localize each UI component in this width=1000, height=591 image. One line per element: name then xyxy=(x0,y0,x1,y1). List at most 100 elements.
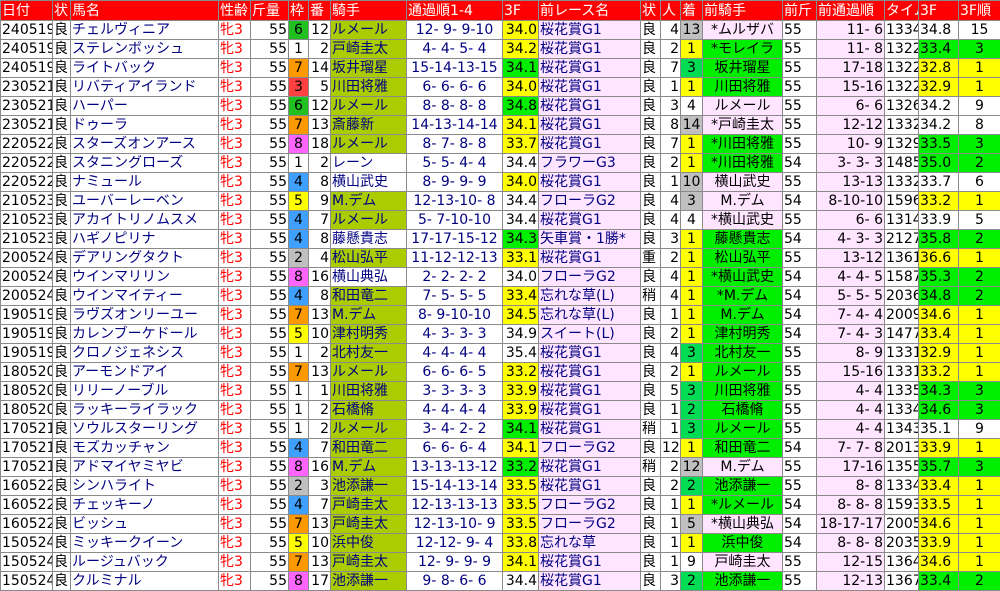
horse-name[interactable]: クロノジェネシス xyxy=(70,343,219,363)
header-prev-jockey[interactable]: 前騎手 xyxy=(702,0,783,21)
horse-name[interactable]: スタニングローズ xyxy=(70,153,219,173)
header-cond[interactable]: 状 xyxy=(52,0,71,21)
prev-jockey-cell: 川田将雅 xyxy=(702,77,783,97)
table-row[interactable]: 230521 良リバティアイランド 牝3 55 3 5 川田将雅 6- 6- 6- 6 34.0… xyxy=(0,77,1000,97)
horse-name[interactable]: ステレンボッシュ xyxy=(70,39,219,59)
horse-name[interactable]: リリーノーブル xyxy=(70,381,219,401)
table-row[interactable]: 170521 良モズカッチャン 牝3 55 4 7 和田竜二 6- 6- 6- 4 34.1 フロ… xyxy=(0,438,1000,458)
horse-name[interactable]: ミッキークイーン xyxy=(70,533,219,553)
header-prev-race[interactable]: 前レース名 xyxy=(538,0,641,21)
jockey-cell: 津村明秀 xyxy=(330,324,407,344)
horse-name[interactable]: ハギノピリナ xyxy=(70,229,219,249)
cond-cell: 良 xyxy=(52,248,71,268)
prev-passing-cell: 10- 9 xyxy=(816,134,885,154)
table-row[interactable]: 200524 良デアリングタクト 牝3 55 2 4 松山弘平 11-12-12-13 33.1… xyxy=(0,248,1000,268)
table-row[interactable]: 240519 良ステレンボッシュ 牝3 55 1 2 戸崎圭太 4- 4- 5- 4 34.2 桜… xyxy=(0,39,1000,59)
horse-name[interactable]: ウインマリリン xyxy=(70,267,219,287)
horse-name[interactable]: カレンブーケドール xyxy=(70,324,219,344)
header-weight[interactable]: 斤量 xyxy=(250,0,289,21)
header-prev-weight[interactable]: 前斤 xyxy=(782,0,817,21)
header-jockey[interactable]: 騎手 xyxy=(330,0,407,21)
header-3f-rank[interactable]: 3F順 xyxy=(958,0,1000,21)
table-row[interactable]: 190519 良ラヴズオンリーユー 牝3 55 7 13 M.デム 8- 9-10-10 34.… xyxy=(0,305,1000,325)
horse-name[interactable]: アカイトリノムスメ xyxy=(70,210,219,230)
prev-race-cell: 桜花賞G1 xyxy=(538,210,641,230)
horse-name[interactable]: デアリングタクト xyxy=(70,248,219,268)
table-row[interactable]: 160522 良シンハライト 牝3 55 2 3 池添謙一 15-14-13-14 33.5 桜花… xyxy=(0,476,1000,496)
header-ban[interactable]: 番 xyxy=(308,0,331,21)
horse-name[interactable]: ラッキーライラック xyxy=(70,400,219,420)
table-row[interactable]: 200524 良ウインマリリン 牝3 55 8 16 横山典弘 2- 2- 2- 2 34.0 フ… xyxy=(0,267,1000,287)
horse-name[interactable]: ユーバーレーベン xyxy=(70,191,219,211)
header-chaku[interactable]: 着 xyxy=(680,0,703,21)
prev-passing-cell: 4- 4 xyxy=(816,419,885,439)
horse-name[interactable]: ナミュール xyxy=(70,172,219,192)
table-row[interactable]: 240519 良チェルヴィニア 牝3 55 6 12 ルメール 12- 9- 9-10 34.0… xyxy=(0,20,1000,40)
header-waku[interactable]: 枠 xyxy=(288,0,309,21)
table-row[interactable]: 220522 良スターズオンアース 牝3 55 8 18 ルメール 8- 7- 8- 8 33.… xyxy=(0,134,1000,154)
header-date[interactable]: 日付 xyxy=(0,0,53,21)
3f-rank-cell: 2 xyxy=(958,229,1000,249)
time-cell: 1587 xyxy=(884,267,919,287)
table-row[interactable]: 190519 良クロノジェネシス 牝3 55 1 2 北村友一 4- 4- 4- 4 35.4 桜… xyxy=(0,343,1000,363)
horse-name[interactable]: ラヴズオンリーユー xyxy=(70,305,219,325)
horse-name[interactable]: ビッシュ xyxy=(70,514,219,534)
prev-cond-cell: 重 xyxy=(640,248,661,268)
horse-name[interactable]: ライトバック xyxy=(70,58,219,78)
horse-name[interactable]: アーモンドアイ xyxy=(70,362,219,382)
horse-name[interactable]: クルミナル xyxy=(70,571,219,591)
popularity-cell: 8 xyxy=(660,115,681,135)
prev-jockey-cell: 和田竜二 xyxy=(702,438,783,458)
horse-name[interactable]: リバティアイランド xyxy=(70,77,219,97)
header-prev-pass[interactable]: 前通過順 xyxy=(816,0,885,21)
horse-name[interactable]: チェルヴィニア xyxy=(70,20,219,40)
table-row[interactable]: 180520 良リリーノーブル 牝3 55 1 1 川田将雅 3- 3- 3- 3 33.9 桜花… xyxy=(0,381,1000,401)
table-row[interactable]: 150524 良ミッキークイーン 牝3 55 5 10 浜中俊 12-12- 9- 4 33.8… xyxy=(0,533,1000,553)
table-row[interactable]: 210523 良ハギノピリナ 牝3 55 4 8 藤懸貴志 17-17-15-12 34.3 矢車… xyxy=(0,229,1000,249)
table-row[interactable]: 210523 良アカイトリノムスメ 牝3 55 4 7 ルメール 5- 7-10-10 34.4… xyxy=(0,210,1000,230)
finish-cell: 13 xyxy=(680,20,703,40)
header-time[interactable]: タイム xyxy=(884,0,919,21)
header-sex[interactable]: 性齢 xyxy=(218,0,251,21)
table-row[interactable]: 170521 良アドマイヤミヤビ 牝3 55 8 16 M.デム 13-13-13-12 33.… xyxy=(0,457,1000,477)
table-row[interactable]: 200524 良ウインマイティー 牝3 55 4 8 和田竜二 7- 5- 5- 5 33.4 忘… xyxy=(0,286,1000,306)
table-row[interactable]: 180520 良ラッキーライラック 牝3 55 1 2 石橋脩 4- 4- 4- 4 33.9 桜… xyxy=(0,400,1000,420)
table-row[interactable]: 160522 良チェッキーノ 牝3 55 4 7 戸崎圭太 12-13-13-13 33.5 フロ… xyxy=(0,495,1000,515)
header-name[interactable]: 馬名 xyxy=(70,0,219,21)
header-prev-3f[interactable]: 3F xyxy=(918,0,959,21)
table-row[interactable]: 180520 良アーモンドアイ 牝3 55 7 13 ルメール 6- 6- 6- 5 33.2 桜… xyxy=(0,362,1000,382)
prev-cond-cell: 稍 xyxy=(640,457,661,477)
table-row[interactable]: 170521 良ソウルスターリング 牝3 55 1 2 ルメール 3- 4- 2- 2 34.1… xyxy=(0,419,1000,439)
horse-name[interactable]: シンハライト xyxy=(70,476,219,496)
passing-order-cell: 5- 7-10-10 xyxy=(406,210,503,230)
prev-race-cell: 桜花賞G1 xyxy=(538,362,641,382)
header-prev-cond[interactable]: 状 xyxy=(640,0,661,21)
horse-name[interactable]: スターズオンアース xyxy=(70,134,219,154)
table-row[interactable]: 230521 良ドゥーラ 牝3 55 7 13 斎藤新 14-13-14-14 34.1 桜花賞G… xyxy=(0,115,1000,135)
header-ninki[interactable]: 人 xyxy=(660,0,681,21)
header-3f[interactable]: 3F xyxy=(502,0,539,21)
horse-name[interactable]: ルージュバック xyxy=(70,552,219,572)
horse-name[interactable]: モズカッチャン xyxy=(70,438,219,458)
horse-name[interactable]: ウインマイティー xyxy=(70,286,219,306)
table-row[interactable]: 220522 良スタニングローズ 牝3 55 1 2 レーン 5- 5- 4- 4 34.4 フラ… xyxy=(0,153,1000,173)
horse-name[interactable]: ソウルスターリング xyxy=(70,419,219,439)
table-row[interactable]: 150524 良ルージュバック 牝3 55 7 13 戸崎圭太 12- 9- 9- 9 34.1… xyxy=(0,552,1000,572)
prev-cond-cell: 良 xyxy=(640,58,661,78)
header-pass[interactable]: 通過順1-4 xyxy=(406,0,503,21)
table-row[interactable]: 190519 良カレンブーケドール 牝3 55 5 10 津村明秀 4- 3- 3- 3 34.… xyxy=(0,324,1000,344)
date-cell: 170521 xyxy=(0,419,53,439)
time-cell: 1335 xyxy=(884,381,919,401)
table-row[interactable]: 240519 良ライトバック 牝3 55 7 14 坂井瑠星 15-14-13-15 34.1 桜… xyxy=(0,58,1000,78)
table-row[interactable]: 160522 良ビッシュ 牝3 55 7 13 戸崎圭太 12-13-10- 9 33.5 フロー… xyxy=(0,514,1000,534)
table-row[interactable]: 210523 良ユーバーレーベン 牝3 55 5 9 M.デム 12-13-10- 8 34.4… xyxy=(0,191,1000,211)
prev-race-cell: 忘れな草(L) xyxy=(538,286,641,306)
table-row[interactable]: 230521 良ハーパー 牝3 55 6 12 ルメール 8- 8- 8- 8 34.8 桜花賞G… xyxy=(0,96,1000,116)
time-cell: 2009 xyxy=(884,305,919,325)
horse-name[interactable]: アドマイヤミヤビ xyxy=(70,457,219,477)
table-row[interactable]: 220522 良ナミュール 牝3 55 4 8 横山武史 8- 9- 9- 9 34.0 桜花賞G… xyxy=(0,172,1000,192)
horse-name[interactable]: ドゥーラ xyxy=(70,115,219,135)
table-row[interactable]: 150524 良クルミナル 牝3 55 8 17 池添謙一 9- 8- 6- 6 34.4 桜花賞… xyxy=(0,571,1000,591)
horse-name[interactable]: チェッキーノ xyxy=(70,495,219,515)
horse-name[interactable]: ハーパー xyxy=(70,96,219,116)
